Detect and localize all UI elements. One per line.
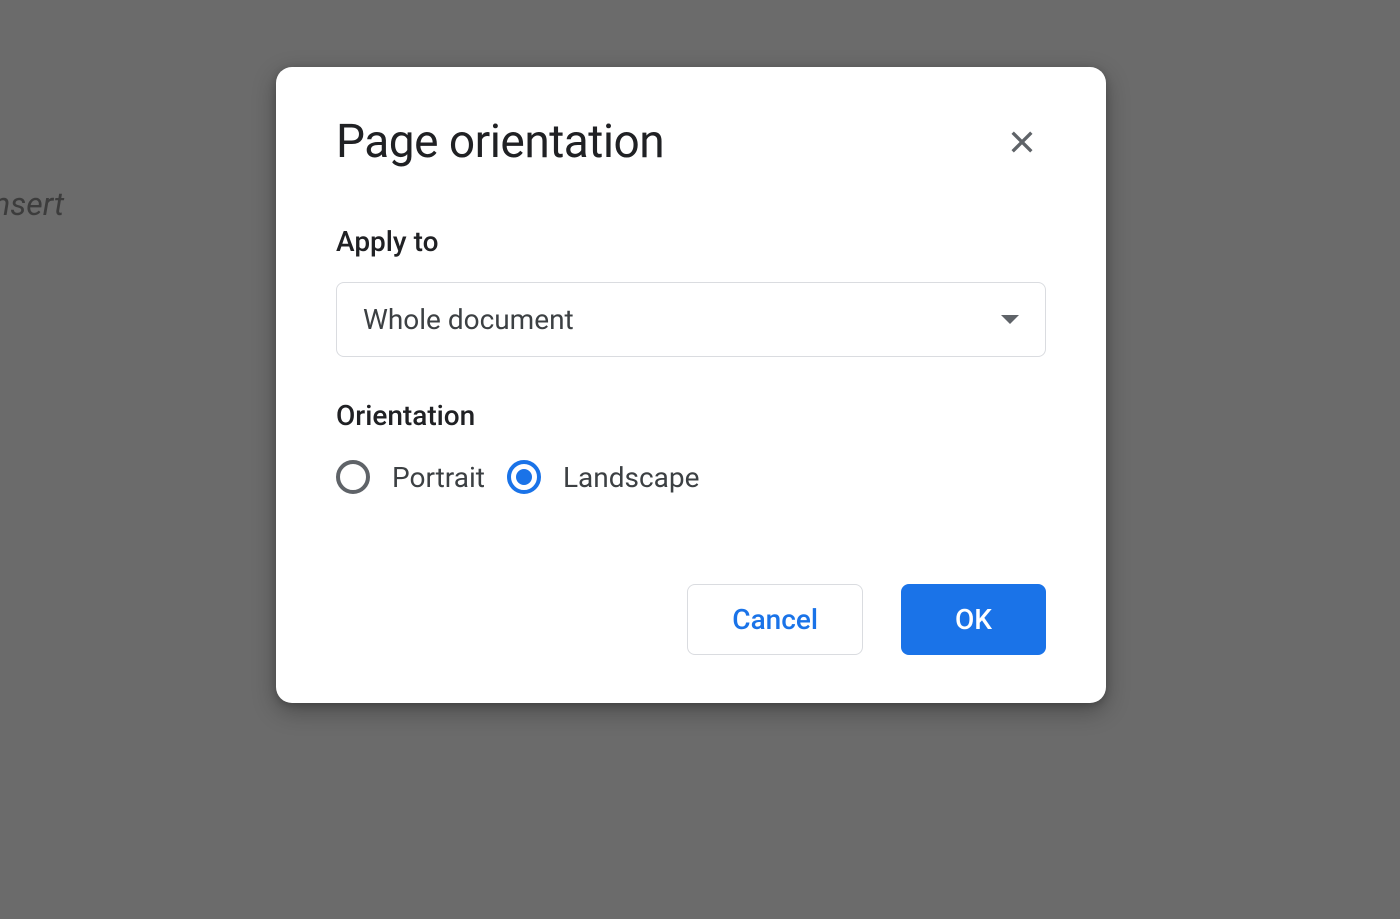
portrait-radio-option[interactable]: Portrait bbox=[336, 460, 485, 494]
dialog-button-row: Cancel OK bbox=[336, 584, 1046, 655]
radio-inner-dot bbox=[516, 469, 532, 485]
page-orientation-dialog: Page orientation Apply to Whole document… bbox=[276, 67, 1106, 703]
portrait-radio-label: Portrait bbox=[392, 461, 485, 494]
apply-to-selected-value: Whole document bbox=[363, 303, 574, 336]
orientation-section: Orientation Portrait Landscape bbox=[336, 399, 1046, 494]
close-button[interactable] bbox=[998, 118, 1046, 166]
radio-unselected-icon bbox=[336, 460, 370, 494]
dialog-header: Page orientation bbox=[336, 115, 1046, 169]
background-document-text: o insert bbox=[0, 185, 64, 223]
apply-to-label: Apply to bbox=[336, 225, 1046, 258]
landscape-radio-label: Landscape bbox=[563, 461, 699, 494]
radio-selected-icon bbox=[507, 460, 541, 494]
orientation-radio-group: Portrait Landscape bbox=[336, 460, 1046, 494]
dialog-title: Page orientation bbox=[336, 115, 664, 169]
close-icon bbox=[1006, 126, 1038, 158]
ok-button[interactable]: OK bbox=[901, 584, 1046, 655]
chevron-down-icon bbox=[1001, 315, 1019, 324]
cancel-button[interactable]: Cancel bbox=[687, 584, 863, 655]
landscape-radio-option[interactable]: Landscape bbox=[507, 460, 699, 494]
apply-to-section: Apply to Whole document bbox=[336, 225, 1046, 357]
apply-to-dropdown[interactable]: Whole document bbox=[336, 282, 1046, 357]
orientation-label: Orientation bbox=[336, 399, 1046, 432]
